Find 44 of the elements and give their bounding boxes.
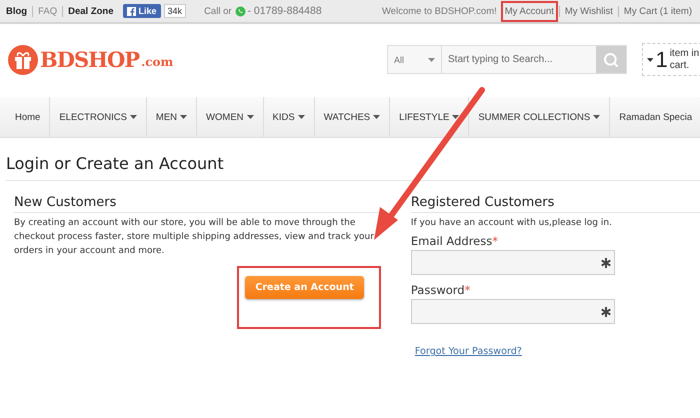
page-title: Login or Create an Account [6,154,700,181]
nav-item[interactable]: WOMEN [197,97,264,137]
caret-icon [180,115,188,119]
caret-icon [130,115,137,119]
top-link[interactable]: Deal Zone [68,6,114,16]
asterisk-icon [600,258,611,268]
welcome-text: Welcome to BDSHOP.com! [382,6,497,16]
phone-number: - 01789-884488 [248,5,322,17]
asterisk-icon [600,306,611,316]
input-field[interactable] [410,299,615,324]
forgot-password-link[interactable]: Forgot Your Password? [414,346,700,357]
caret-icon [246,115,254,119]
field-label: Password* [410,283,472,297]
caret-icon [593,115,600,119]
caret-icon [647,58,654,62]
account-link[interactable]: My Wishlist [560,0,617,22]
section-text: By creating an account with our store, you will be able to move through the checkout process faster, store multiple shipping addresses, view and track your orders in your account and more. [14,217,375,258]
top-link[interactable]: Blog [6,6,28,16]
nav-item[interactable]: Ramadan Specia [610,97,692,137]
nav-item[interactable]: Home [0,97,50,137]
section-heading: New Customers [14,195,381,213]
facebook-icon [126,6,136,16]
whatsapp-icon [234,6,246,16]
account-link[interactable]: My Cart (1 item) [620,0,696,22]
nav-item[interactable]: SUMMER COLLECTIONS [469,97,610,137]
nav-item[interactable]: WATCHES [314,97,390,137]
input-field[interactable] [410,250,615,275]
section-text: If you have an account with us,please log in. [410,217,613,230]
like-button[interactable]: Like [122,4,161,18]
caret-icon [298,115,305,119]
like-count: 34k [164,4,186,18]
call-label: Call or [204,6,232,16]
nav-item[interactable]: LIFESTYLE [390,97,470,137]
cart-text: item in cart. [670,48,700,72]
nav-item[interactable]: ELECTRONICS [50,97,147,137]
cart-count: 1 [655,46,668,72]
field-label: Email Address* [410,234,499,248]
caret-icon [452,115,460,119]
account-link[interactable]: My Account [500,0,558,22]
nav-item[interactable]: KIDS [264,97,315,137]
section-heading: Registered Customers [410,195,700,213]
caret-icon [373,115,380,119]
nav-item[interactable]: MEN [146,97,198,137]
gift-icon [8,44,38,74]
